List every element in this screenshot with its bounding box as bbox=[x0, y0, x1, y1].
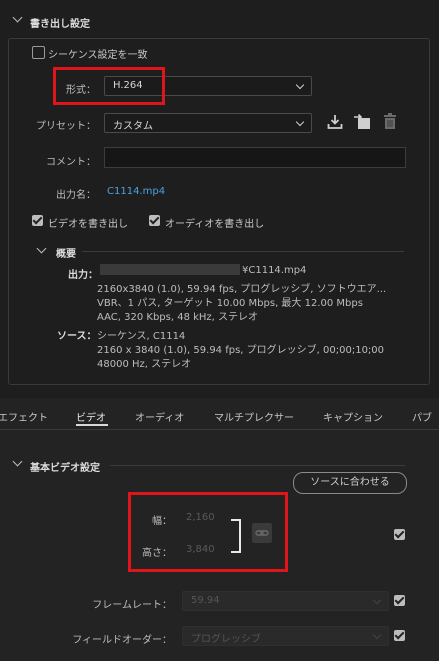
export-settings-title: 書き出し設定 bbox=[30, 19, 90, 30]
framerate-label: フレームレート： bbox=[92, 600, 172, 611]
field-order-checkbox[interactable] bbox=[394, 630, 405, 641]
redacted-path bbox=[100, 264, 240, 275]
preset-dropdown[interactable]: カスタム bbox=[104, 113, 312, 133]
framerate-checkbox[interactable] bbox=[394, 595, 405, 606]
comment-label: コメント： bbox=[46, 157, 96, 168]
tab-publish[interactable]: パブ bbox=[412, 409, 432, 424]
summary-title: 概要 bbox=[56, 249, 76, 260]
tab-audio[interactable]: オーディオ bbox=[135, 409, 184, 424]
chevron-down-icon bbox=[372, 595, 382, 605]
comment-input[interactable] bbox=[104, 147, 406, 168]
dimensions-checkbox[interactable] bbox=[394, 529, 405, 540]
tab-effects[interactable]: エフェクト bbox=[0, 409, 48, 424]
output-name-link[interactable]: C1114.mp4 bbox=[107, 186, 165, 197]
summary-divider bbox=[82, 251, 404, 252]
framerate-value: 59.94 bbox=[191, 595, 220, 606]
delete-preset-icon[interactable] bbox=[383, 113, 397, 130]
export-video-label: ビデオを書き出し bbox=[48, 219, 128, 230]
tab-video[interactable]: ビデオ bbox=[76, 409, 106, 424]
summary-source-name: シーケンス, C1114 bbox=[97, 331, 186, 342]
summary-source-audio: 48000 Hz, ステレオ bbox=[97, 359, 192, 370]
export-audio-label: オーディオを書き出し bbox=[165, 219, 265, 230]
save-preset-icon[interactable] bbox=[327, 114, 343, 130]
field-order-value: プログレッシブ bbox=[191, 634, 261, 645]
chevron-down-icon bbox=[372, 630, 382, 640]
summary-source-video: 2160 x 3840 (1.0), 59.94 fps, プログレッシブ, 0… bbox=[97, 345, 385, 356]
summary-source-label: ソース： bbox=[57, 331, 97, 342]
output-name-label: 出力名： bbox=[56, 190, 96, 201]
active-tab-underline bbox=[76, 424, 108, 426]
chevron-down-icon bbox=[295, 80, 305, 90]
format-highlight-box bbox=[53, 67, 165, 105]
framerate-dropdown[interactable]: 59.94 bbox=[182, 591, 389, 611]
field-order-dropdown[interactable]: プログレッシブ bbox=[182, 626, 389, 646]
summary-output-file: ¥C1114.mp4 bbox=[242, 265, 307, 276]
summary-output-label: 出力： bbox=[68, 270, 98, 281]
field-order-label: フィールドオーダー： bbox=[72, 635, 172, 646]
summary-output-bitrate: VBR、1 パス, ターゲット 10.00 Mbps, 最大 12.00 Mbp… bbox=[97, 298, 363, 309]
video-settings-title: 基本ビデオ設定 bbox=[30, 463, 100, 474]
chevron-down-icon bbox=[295, 117, 305, 127]
video-collapse-chevron-icon[interactable] bbox=[12, 456, 23, 467]
summary-output-audio: AAC, 320 Kbps, 48 kHz, ステレオ bbox=[97, 312, 259, 323]
preset-label: プリセット： bbox=[36, 121, 96, 132]
tab-multiplexer[interactable]: マルチプレクサー bbox=[214, 409, 294, 424]
summary-output-video: 2160x3840 (1.0), 59.94 fps, プログレッシブ, ソフト… bbox=[97, 284, 387, 295]
preset-value: カスタム bbox=[113, 121, 153, 132]
video-divider bbox=[110, 465, 405, 466]
match-sequence-label: シーケンス設定を一致 bbox=[48, 50, 148, 61]
tab-captions[interactable]: キャプション bbox=[323, 409, 383, 424]
export-audio-checkbox[interactable] bbox=[149, 215, 160, 226]
dimensions-highlight-box bbox=[128, 492, 288, 572]
import-preset-icon[interactable] bbox=[353, 114, 371, 130]
export-video-checkbox[interactable] bbox=[32, 215, 43, 226]
match-source-button[interactable]: ソースに合わせる bbox=[293, 472, 407, 494]
match-sequence-checkbox[interactable] bbox=[32, 46, 45, 59]
